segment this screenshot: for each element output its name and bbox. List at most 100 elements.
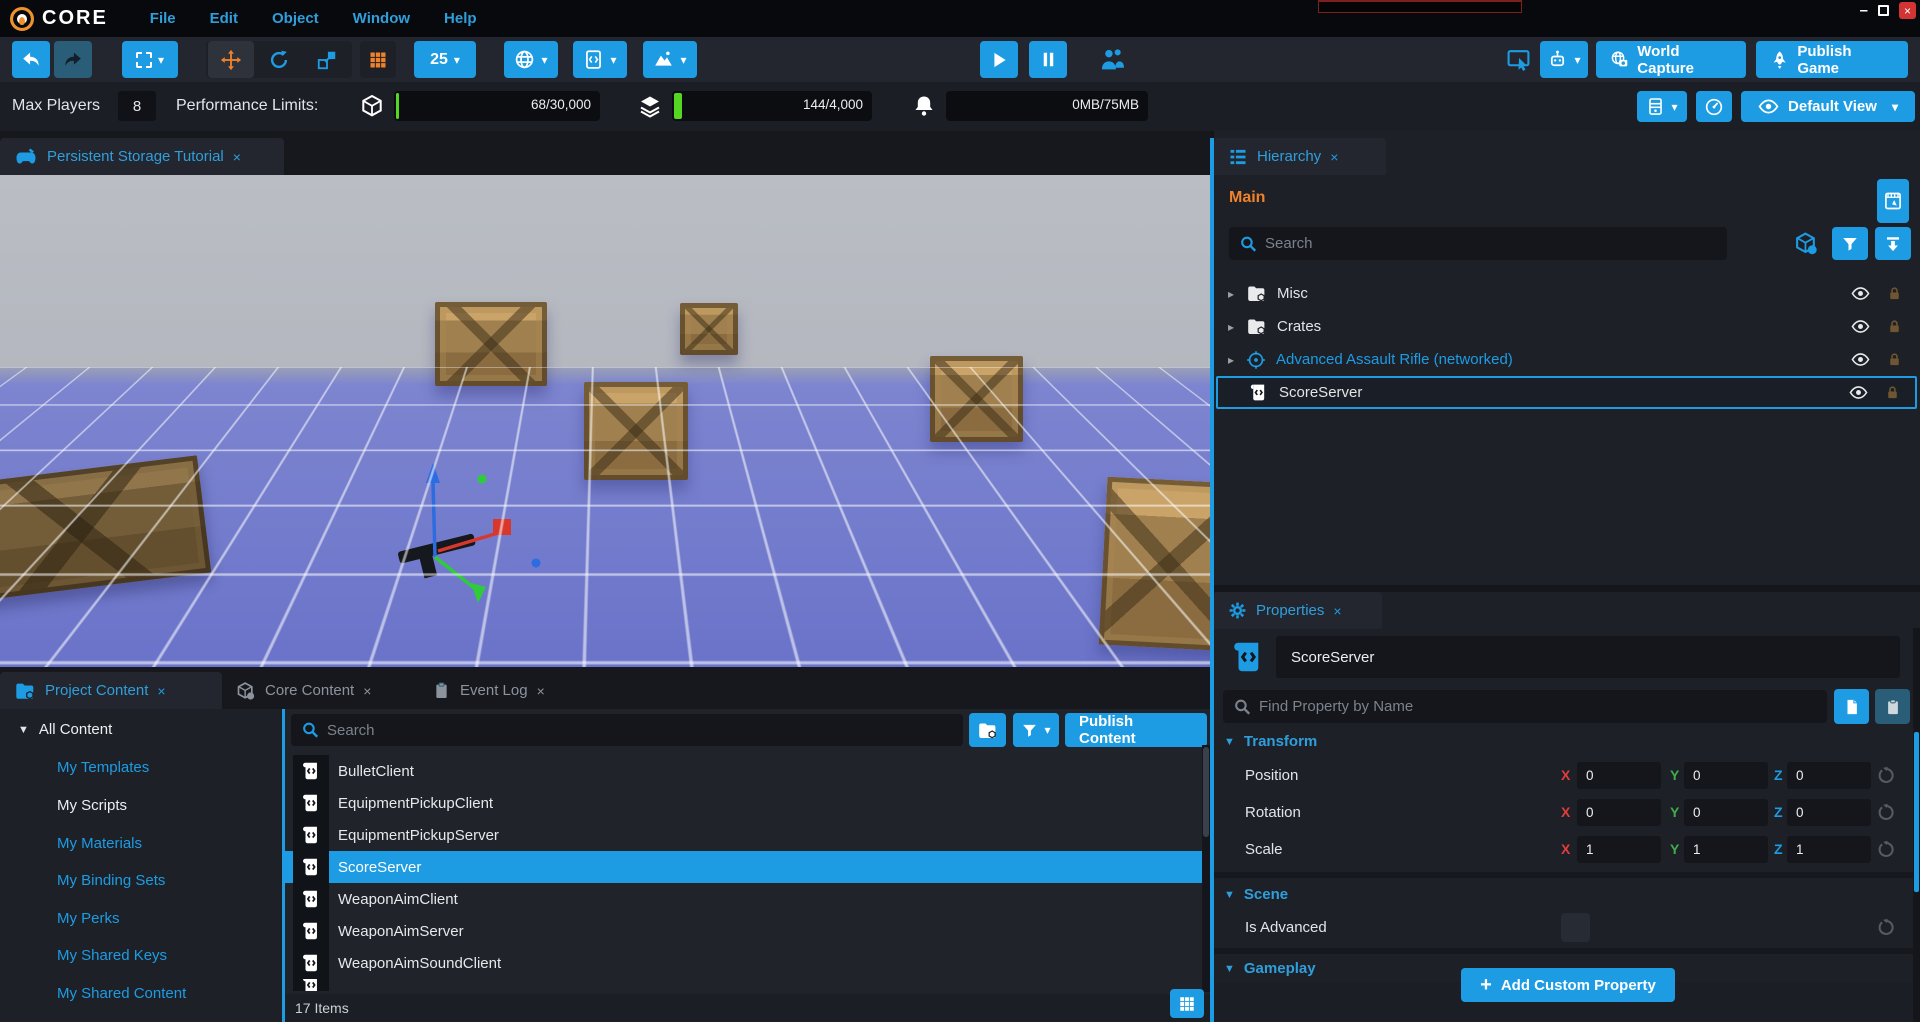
menu-object[interactable]: Object (272, 10, 319, 27)
tab-core-content[interactable]: Core Content × (222, 672, 418, 709)
section-scene[interactable]: ▼ Scene (1224, 886, 1288, 903)
select-tool-button[interactable]: ▾ (122, 41, 178, 78)
close-icon[interactable]: × (1333, 603, 1341, 619)
move-tool-button[interactable] (208, 41, 254, 78)
copy-properties-button[interactable] (1834, 689, 1869, 724)
close-icon[interactable]: × (537, 683, 545, 699)
multiplayer-preview-icon[interactable] (1099, 46, 1127, 74)
file-row-weaponaimclient[interactable]: WeaponAimClient (285, 883, 1202, 915)
publish-game-button[interactable]: Publish Game (1756, 41, 1908, 78)
file-row-partial[interactable] (285, 979, 1202, 991)
menu-help[interactable]: Help (444, 10, 477, 27)
expand-icon[interactable]: ▸ (1228, 287, 1244, 301)
publish-content-button[interactable]: Publish Content (1065, 713, 1207, 747)
close-icon[interactable]: × (233, 149, 241, 165)
section-transform[interactable]: ▼ Transform (1224, 733, 1317, 750)
gizmo-x-axis[interactable] (438, 519, 511, 551)
expand-icon[interactable]: ▸ (1228, 353, 1244, 367)
scale-x-input[interactable] (1577, 836, 1661, 863)
lock-icon[interactable] (1886, 285, 1903, 302)
rotation-y-input[interactable] (1684, 799, 1768, 826)
visibility-icon[interactable] (1851, 350, 1870, 369)
hierarchy-row-scoreserver[interactable]: ▸ ScoreServer (1216, 376, 1917, 409)
file-row-weaponaimsoundclient[interactable]: WeaponAimSoundClient (285, 947, 1202, 979)
sidebar-item-my-binding-sets[interactable]: My Binding Sets (57, 872, 165, 889)
sidebar-item-all-content[interactable]: ▼ All Content (18, 721, 112, 738)
gizmo-green-handle[interactable] (478, 475, 487, 484)
reset-icon[interactable] (1877, 840, 1896, 859)
close-window-button[interactable]: × (1899, 2, 1916, 19)
scale-tool-button[interactable] (304, 41, 350, 78)
section-gameplay[interactable]: ▼ Gameplay (1224, 960, 1316, 977)
play-button[interactable] (980, 41, 1018, 78)
file-row-equipmentpickupserver[interactable]: EquipmentPickupServer (285, 819, 1202, 851)
reset-icon[interactable] (1877, 766, 1896, 785)
is-advanced-checkbox[interactable] (1561, 913, 1590, 942)
hierarchy-row-crates[interactable]: ▸ Crates (1216, 310, 1917, 343)
rotation-z-input[interactable] (1787, 799, 1871, 826)
scene-viewport[interactable] (0, 175, 1210, 667)
content-search-input[interactable] (291, 714, 963, 746)
crate-center[interactable] (584, 382, 688, 480)
gizmo-y-axis[interactable] (435, 557, 486, 603)
crate-right-edge[interactable] (1099, 477, 1210, 652)
grid-view-button[interactable] (1170, 989, 1204, 1018)
close-icon[interactable]: × (1330, 149, 1338, 165)
add-custom-property-button[interactable]: + Add Custom Property (1461, 968, 1675, 1002)
hierarchy-row-misc[interactable]: ▸ Misc (1216, 277, 1917, 310)
hierarchy-row-assault-rifle[interactable]: ▸ Advanced Assault Rifle (networked) (1216, 343, 1917, 376)
sidebar-item-my-templates[interactable]: My Templates (57, 759, 149, 776)
file-row-weaponaimserver[interactable]: WeaponAimServer (285, 915, 1202, 947)
undo-button[interactable] (12, 41, 50, 78)
object-name-input[interactable] (1276, 636, 1900, 678)
expand-icon[interactable]: ▸ (1228, 320, 1244, 334)
grid-snap-button[interactable] (360, 41, 396, 78)
position-x-input[interactable] (1577, 762, 1661, 789)
menu-edit[interactable]: Edit (210, 10, 238, 27)
max-players-input[interactable] (118, 91, 156, 121)
lock-icon[interactable] (1886, 318, 1903, 335)
viewport-tab[interactable]: Persistent Storage Tutorial × (0, 138, 284, 175)
screen-share-icon[interactable] (1506, 47, 1531, 72)
file-row-scoreserver[interactable]: ScoreServer (285, 851, 1202, 883)
crate-mid-left[interactable] (435, 302, 547, 386)
scale-y-input[interactable] (1684, 836, 1768, 863)
default-view-dropdown[interactable]: Default View ▾ (1741, 91, 1915, 122)
minimize-button[interactable]: – (1860, 2, 1868, 19)
sidebar-item-my-shared-content[interactable]: My Shared Content (57, 985, 186, 1002)
position-y-input[interactable] (1684, 762, 1768, 789)
close-icon[interactable]: × (363, 683, 371, 699)
position-z-input[interactable] (1787, 762, 1871, 789)
hierarchy-filter-button[interactable] (1832, 227, 1868, 260)
menu-window[interactable]: Window (353, 10, 410, 27)
visibility-icon[interactable] (1851, 317, 1870, 336)
lock-icon[interactable] (1886, 351, 1903, 368)
scale-z-input[interactable] (1787, 836, 1871, 863)
content-list-scrollbar[interactable] (1202, 745, 1210, 992)
cinematic-capture-button[interactable] (1877, 179, 1909, 223)
content-filter-dropdown[interactable]: ▾ (1013, 713, 1059, 747)
maximize-button[interactable] (1878, 5, 1889, 16)
paste-properties-button[interactable] (1875, 689, 1910, 724)
hierarchy-tab[interactable]: Hierarchy × (1214, 138, 1386, 175)
sidebar-item-my-perks[interactable]: My Perks (57, 910, 120, 927)
visibility-icon[interactable] (1851, 284, 1870, 303)
close-icon[interactable]: × (157, 683, 165, 699)
scrollbar-thumb[interactable] (1203, 747, 1209, 837)
pause-button[interactable] (1029, 41, 1067, 78)
properties-scrollbar[interactable] (1913, 628, 1920, 1022)
file-row-equipmentpickupclient[interactable]: EquipmentPickupClient (285, 787, 1202, 819)
hierarchy-search-input[interactable] (1229, 227, 1727, 260)
transform-gizmo[interactable] (330, 455, 590, 635)
networked-filter-icon[interactable] (1794, 231, 1819, 256)
tab-event-log[interactable]: Event Log × (418, 672, 586, 709)
reset-icon[interactable] (1877, 803, 1896, 822)
property-search-input[interactable] (1223, 690, 1827, 723)
performance-gauge-button[interactable] (1696, 91, 1732, 122)
scene-root-label[interactable]: Main (1229, 189, 1265, 207)
core-logo[interactable]: CORE (10, 7, 108, 31)
world-capture-button[interactable]: World Capture (1596, 41, 1746, 78)
open-folder-button[interactable] (969, 713, 1006, 747)
file-row-bulletclient[interactable]: BulletClient (285, 755, 1202, 787)
redo-button[interactable] (54, 41, 92, 78)
